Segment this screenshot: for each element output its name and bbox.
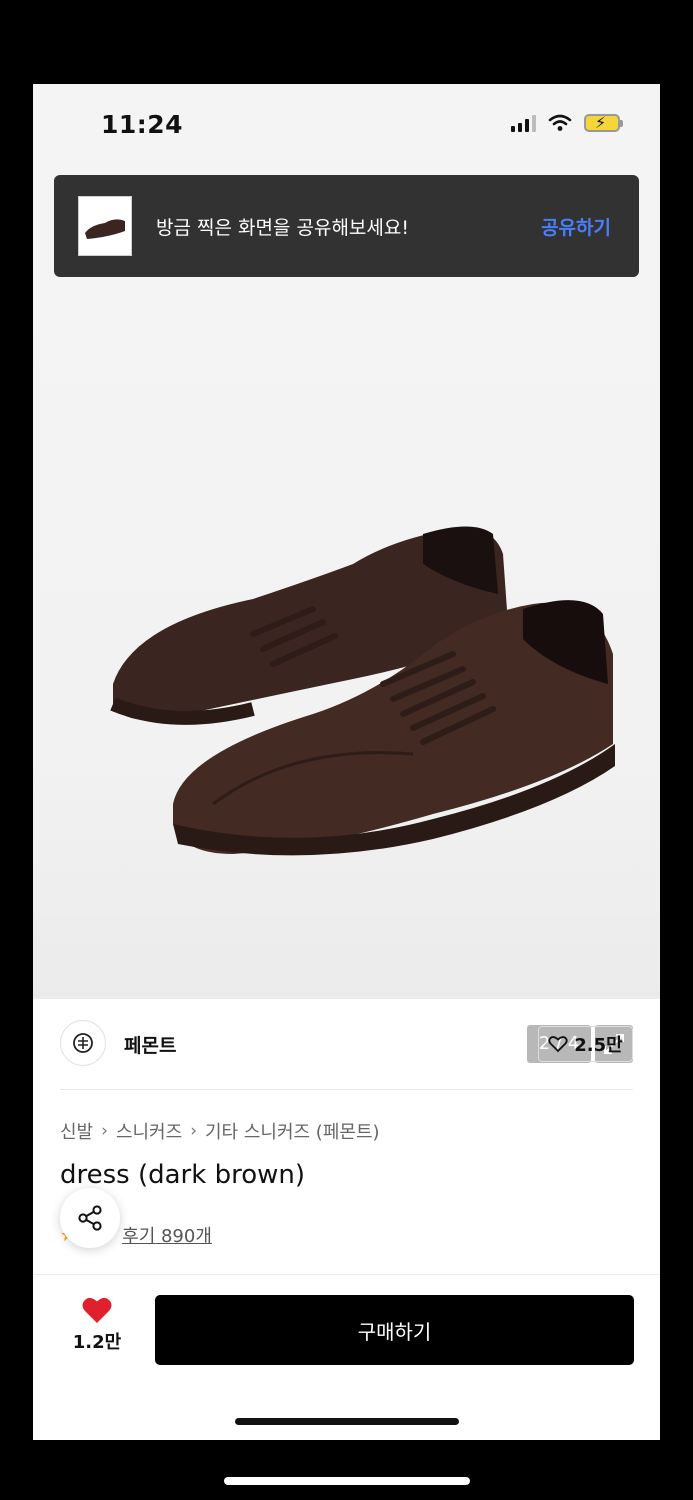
status-time: 11:24 bbox=[101, 110, 184, 139]
product-title: dress (dark brown) bbox=[60, 1160, 305, 1190]
brand-row: 페몬트 2.5만 bbox=[60, 1020, 633, 1080]
brand-name[interactable]: 페몬트 bbox=[124, 1031, 176, 1058]
heart-filled-icon bbox=[82, 1297, 112, 1323]
status-icons: ⚡ bbox=[511, 114, 623, 132]
home-indicator bbox=[235, 1418, 459, 1425]
share-button[interactable] bbox=[60, 1188, 120, 1248]
breadcrumb-item[interactable]: 신발 bbox=[60, 1118, 93, 1144]
bottom-action-bar: 1.2만 구매하기 bbox=[33, 1280, 660, 1390]
breadcrumb-item[interactable]: 기타 스니커즈 (페몬트) bbox=[205, 1118, 380, 1144]
product-image-gallery[interactable]: 2 / 4 bbox=[33, 174, 660, 1063]
toast-message: 방금 찍은 화면을 공유해보세요! bbox=[156, 217, 409, 239]
brand-like-button[interactable]: 2.5만 bbox=[538, 1026, 633, 1062]
chevron-right-icon: › bbox=[190, 1121, 197, 1141]
divider bbox=[60, 1089, 633, 1090]
wishlist-button[interactable]: 1.2만 bbox=[69, 1296, 125, 1354]
heart-outline-icon bbox=[548, 1036, 568, 1053]
battery-icon: ⚡ bbox=[584, 114, 623, 132]
phone-screen: 11:24 ⚡ 2 / 4 방금 찍은 화면을 공유해보세요! 공유하기 페몬트… bbox=[33, 84, 660, 1440]
toast-thumbnail bbox=[78, 196, 132, 256]
signal-icon bbox=[511, 114, 536, 132]
share-icon bbox=[78, 1205, 102, 1231]
wishlist-count: 1.2만 bbox=[72, 1332, 122, 1353]
review-count-link[interactable]: 후기 890개 bbox=[122, 1222, 212, 1248]
product-shoe-image bbox=[110, 526, 615, 856]
brand-like-count: 2.5만 bbox=[574, 1035, 623, 1056]
divider bbox=[33, 1274, 660, 1275]
breadcrumb-item[interactable]: 스니커즈 bbox=[116, 1118, 182, 1144]
share-now-button[interactable]: 공유하기 bbox=[541, 213, 611, 240]
chevron-right-icon: › bbox=[101, 1121, 108, 1141]
status-bar: 11:24 ⚡ bbox=[33, 84, 660, 174]
outer-home-indicator bbox=[224, 1477, 470, 1485]
share-toast: 방금 찍은 화면을 공유해보세요! 공유하기 bbox=[54, 175, 639, 277]
buy-button[interactable]: 구매하기 bbox=[155, 1295, 634, 1365]
wifi-icon bbox=[548, 114, 572, 131]
breadcrumb: 신발 › 스니커즈 › 기타 스니커즈 (페몬트) bbox=[60, 1118, 380, 1144]
brand-logo[interactable] bbox=[60, 1020, 106, 1066]
